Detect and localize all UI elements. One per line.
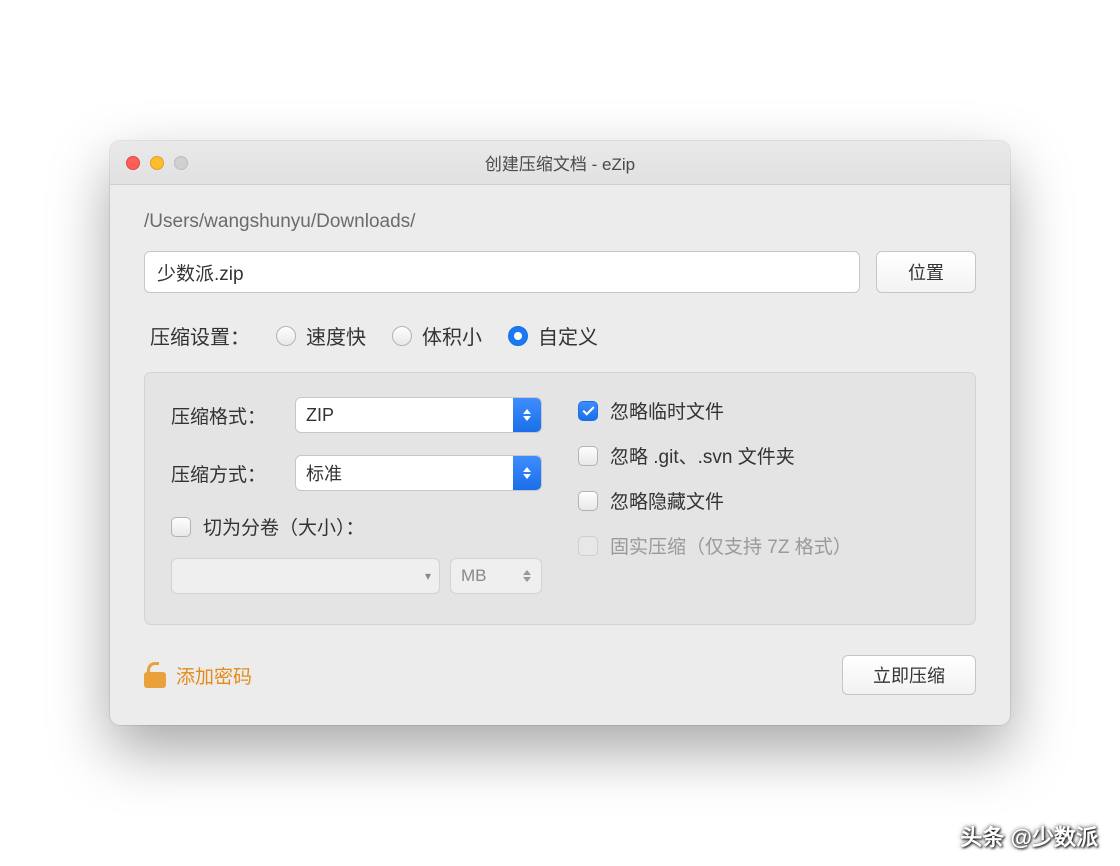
unit-value: MB bbox=[461, 566, 487, 586]
chevron-down-icon: ▾ bbox=[425, 569, 431, 583]
radio-icon bbox=[508, 326, 528, 346]
checkbox-icon bbox=[578, 491, 598, 511]
method-select[interactable]: 标准 bbox=[295, 455, 542, 491]
method-label: 压缩方式： bbox=[171, 460, 279, 487]
ignore-hidden-checkbox[interactable]: 忽略隐藏文件 bbox=[578, 487, 949, 514]
split-row: 切为分卷（大小）： ▾ MB bbox=[171, 513, 542, 594]
radio-custom[interactable]: 自定义 bbox=[508, 321, 598, 350]
compress-now-button[interactable]: 立即压缩 bbox=[842, 655, 976, 695]
ignore-temp-checkbox[interactable]: 忽略临时文件 bbox=[578, 397, 949, 424]
minimize-icon[interactable] bbox=[150, 156, 164, 170]
radio-small[interactable]: 体积小 bbox=[392, 321, 482, 350]
checkbox-icon bbox=[578, 446, 598, 466]
solid-checkbox: 固实压缩（仅支持 7Z 格式） bbox=[578, 532, 949, 559]
stepper-arrows-icon bbox=[513, 398, 541, 432]
filename-input[interactable]: 少数派.zip bbox=[144, 251, 860, 293]
radio-icon bbox=[276, 326, 296, 346]
window-title: 创建压缩文档 - eZip bbox=[110, 150, 1010, 175]
format-value: ZIP bbox=[296, 398, 513, 432]
titlebar: 创建压缩文档 - eZip bbox=[110, 141, 1010, 185]
compression-settings-row: 压缩设置： 速度快 体积小 自定义 bbox=[144, 321, 976, 350]
split-inputs: ▾ MB bbox=[171, 558, 542, 594]
dialog-footer: 添加密码 立即压缩 bbox=[144, 655, 976, 695]
checkbox-icon bbox=[171, 517, 191, 537]
radio-icon bbox=[392, 326, 412, 346]
radio-fast[interactable]: 速度快 bbox=[276, 321, 366, 350]
left-column: 压缩格式： ZIP 压缩方式： 标准 bbox=[171, 397, 542, 594]
ignore-git-checkbox[interactable]: 忽略 .git、.svn 文件夹 bbox=[578, 442, 949, 469]
zoom-icon bbox=[174, 156, 188, 170]
format-row: 压缩格式： ZIP bbox=[171, 397, 542, 433]
save-path: /Users/wangshunyu/Downloads/ bbox=[144, 211, 976, 233]
method-row: 压缩方式： 标准 bbox=[171, 455, 542, 491]
split-label: 切为分卷（大小）： bbox=[203, 513, 365, 540]
location-button[interactable]: 位置 bbox=[876, 251, 976, 293]
close-icon[interactable] bbox=[126, 156, 140, 170]
add-password-link[interactable]: 添加密码 bbox=[144, 662, 252, 689]
watermark-text: 头条 @少数派 bbox=[960, 820, 1098, 852]
custom-settings-panel: 压缩格式： ZIP 压缩方式： 标准 bbox=[144, 372, 976, 625]
stepper-arrows-icon bbox=[513, 456, 541, 490]
checkbox-icon bbox=[578, 536, 598, 556]
dialog-window: 创建压缩文档 - eZip /Users/wangshunyu/Download… bbox=[110, 141, 1010, 725]
format-label: 压缩格式： bbox=[171, 402, 279, 429]
filename-row: 少数派.zip 位置 bbox=[144, 251, 976, 293]
traffic-lights bbox=[126, 156, 188, 170]
format-select[interactable]: ZIP bbox=[295, 397, 542, 433]
checkbox-icon bbox=[578, 401, 598, 421]
lock-icon bbox=[144, 662, 166, 688]
dialog-content: /Users/wangshunyu/Downloads/ 少数派.zip 位置 … bbox=[110, 185, 1010, 725]
split-unit-stepper[interactable]: MB bbox=[450, 558, 542, 594]
filename-value: 少数派.zip bbox=[157, 259, 244, 286]
settings-label: 压缩设置： bbox=[150, 321, 250, 350]
method-value: 标准 bbox=[296, 456, 513, 490]
split-checkbox-row[interactable]: 切为分卷（大小）： bbox=[171, 513, 542, 540]
right-column: 忽略临时文件 忽略 .git、.svn 文件夹 忽略隐藏文件 固实压缩（仅支持 … bbox=[578, 397, 949, 594]
split-size-combo[interactable]: ▾ bbox=[171, 558, 440, 594]
stepper-arrows-icon bbox=[523, 570, 531, 582]
